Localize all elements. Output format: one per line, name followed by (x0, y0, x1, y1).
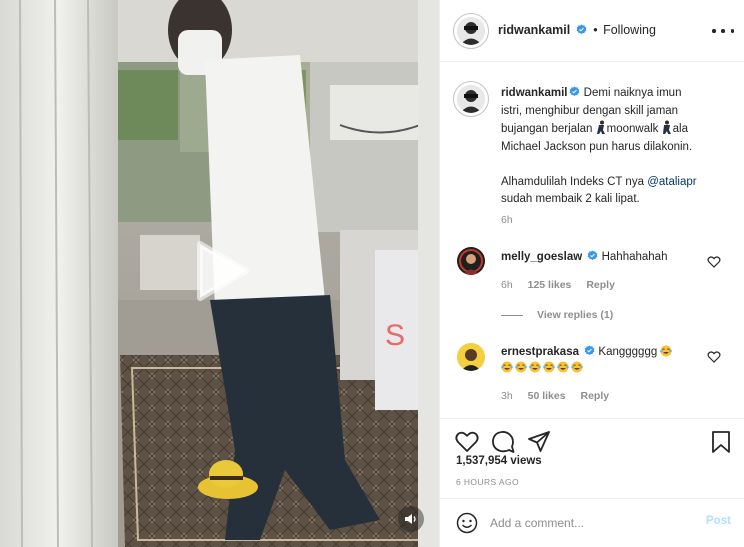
post-button[interactable]: Post (706, 515, 731, 527)
view-replies-button[interactable]: View replies (1) (501, 309, 613, 321)
tears-of-joy-emoji-icon (660, 345, 673, 357)
comment-meta: 3h 50 likes Reply (501, 390, 609, 402)
more-options-icon-dot (712, 29, 716, 33)
view-replies-label: View replies (1) (537, 309, 614, 321)
tears-of-joy-emoji-icon (515, 361, 527, 373)
avatar-image (457, 17, 485, 45)
tears-of-joy-emoji-icon (571, 361, 583, 373)
like-comment-heart-icon[interactable] (707, 350, 721, 364)
caption-text-1: Demi naiknya imun (583, 87, 682, 99)
more-options-button[interactable] (712, 22, 734, 40)
comment-input[interactable] (490, 513, 690, 533)
avatar-image (457, 85, 485, 113)
more-options-icon-dot (721, 29, 725, 33)
mention-link[interactable]: @ataliapr (647, 176, 696, 188)
replies-divider (501, 314, 523, 316)
like-comment-heart-icon[interactable] (707, 255, 721, 269)
verified-badge-icon (570, 86, 580, 97)
comment-icon[interactable] (490, 429, 516, 455)
emoji-picker-icon[interactable] (456, 512, 478, 534)
reply-button[interactable]: Reply (586, 279, 615, 291)
svg-text:S: S (385, 319, 405, 352)
bookmark-icon[interactable] (708, 429, 734, 455)
comment-composer: Post (440, 498, 744, 547)
volume-button[interactable] (398, 506, 424, 532)
play-icon (197, 241, 249, 301)
verified-badge-icon (576, 24, 587, 35)
comment-text: Hahhahahah (601, 251, 668, 263)
tears-of-joy-emoji-icon (543, 361, 555, 373)
comment-2: ernestprakasa Kangggggg (501, 344, 674, 361)
caption-text-5: ala (672, 123, 688, 135)
post-caption: ridwankamil Demi naiknya imun istri, men… (501, 85, 726, 209)
verified-badge-icon (588, 250, 598, 261)
caption-avatar[interactable] (457, 85, 485, 113)
author-avatar[interactable] (457, 17, 485, 45)
comment-meta: 6h 125 likes Reply (501, 279, 615, 291)
comment-avatar-melly[interactable] (457, 247, 485, 275)
caption-text-2: istri, menghibur dengan skill jaman (501, 104, 679, 117)
heart-icon[interactable] (454, 429, 480, 455)
play-button[interactable] (188, 238, 254, 304)
man-dancing-emoji-icon (662, 120, 671, 134)
comments-list[interactable]: ridwankamil Demi naiknya imun istri, men… (440, 62, 744, 418)
post-header: ridwankamil • Following (440, 0, 744, 62)
post-side-panel: ridwankamil • Following ridwankamil Demi… (439, 0, 744, 547)
comment-text: Kangggggg (598, 346, 658, 358)
comment-time[interactable]: 6h (501, 279, 513, 291)
caption-text-6: Michael Jackson pun harus dilakonin. (501, 140, 693, 153)
avatar-image (457, 343, 485, 371)
caption-timestamp[interactable]: 6h (501, 214, 513, 226)
following-button[interactable]: Following (603, 23, 656, 37)
volume-icon (405, 514, 416, 524)
man-dancing-emoji-icon (596, 120, 605, 134)
caption-text-3: bujangan berjalan (501, 123, 593, 135)
tears-of-joy-emoji-icon (557, 361, 569, 373)
tears-of-joy-emoji-icon (529, 361, 541, 373)
comment-avatar-ernest[interactable] (457, 343, 485, 371)
caption-text-8: sudah membaik 2 kali lipat. (501, 193, 640, 205)
comment-1: melly_goeslaw Hahhahahah (501, 249, 667, 266)
comment-likes[interactable]: 125 likes (528, 279, 572, 291)
more-options-icon-dot (730, 29, 734, 33)
reply-button[interactable]: Reply (580, 390, 609, 402)
views-count[interactable]: 1,537,954 views (456, 455, 542, 467)
share-icon[interactable] (526, 429, 552, 455)
caption-username[interactable]: ridwankamil (501, 87, 567, 99)
author-line: ridwankamil • Following (498, 23, 656, 37)
separator-dot: • (593, 23, 598, 37)
tears-of-joy-emoji-icon (501, 361, 513, 373)
comment-2-emoji-row (501, 360, 585, 377)
verified-badge-icon (584, 345, 595, 356)
comment-username[interactable]: ernestprakasa (501, 346, 579, 358)
video-player[interactable]: S (0, 0, 439, 547)
avatar-image (457, 247, 485, 275)
caption-text-7: Alhamdulilah Indeks CT nya (501, 175, 644, 188)
comment-username[interactable]: melly_goeslaw (501, 251, 582, 263)
posted-time[interactable]: 6 HOURS AGO (456, 477, 519, 487)
comment-time[interactable]: 3h (501, 390, 513, 402)
caption-text-4: moonwalk (606, 123, 659, 135)
comment-likes[interactable]: 50 likes (528, 390, 566, 402)
post-actions: 1,537,954 views 6 HOURS AGO (440, 418, 744, 498)
author-username[interactable]: ridwankamil (498, 23, 570, 37)
